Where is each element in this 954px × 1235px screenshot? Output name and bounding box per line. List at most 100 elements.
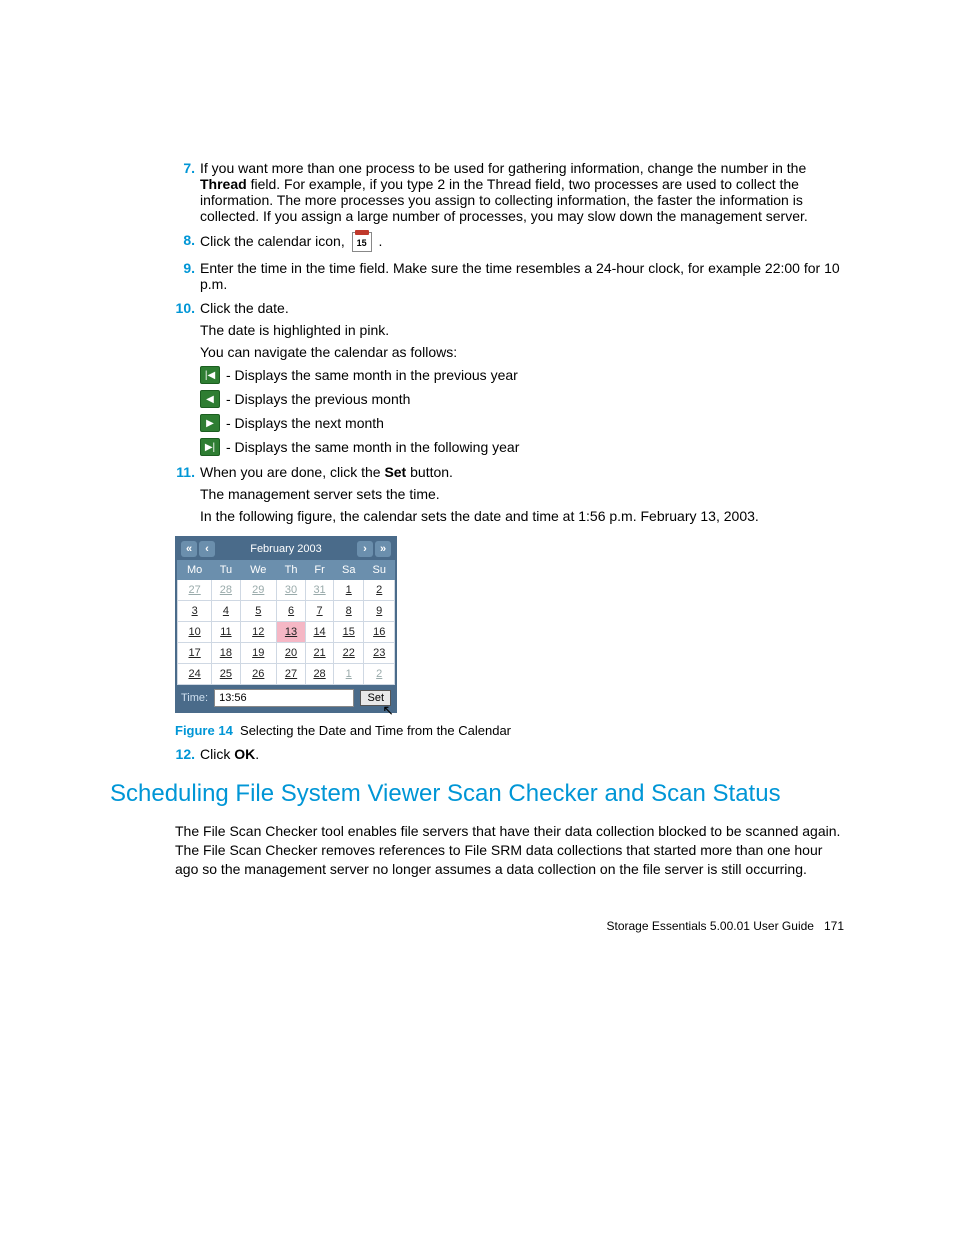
calendar-day-cell[interactable]: 20 — [276, 643, 305, 664]
document-page: 7. If you want more than one process to … — [0, 0, 954, 993]
nav-arrow-icon: ▶| — [200, 438, 220, 456]
step-subtext: In the following figure, the calendar se… — [200, 508, 844, 524]
step-12: 12. Click OK. — [110, 746, 844, 762]
nav-row: |◀ - Displays the same month in the previ… — [200, 366, 844, 384]
step-text: Click the calendar icon, 15 . — [200, 233, 382, 249]
calendar-day-cell[interactable]: 11 — [212, 622, 240, 643]
calendar-day-cell[interactable]: 28 — [212, 580, 240, 601]
calendar-title: February 2003 — [215, 543, 357, 555]
figure-caption: Figure 14 Selecting the Date and Time fr… — [175, 723, 844, 738]
calendar-day-cell[interactable]: 3 — [178, 601, 212, 622]
prev-month-icon[interactable]: ‹ — [199, 541, 215, 557]
calendar-dow-row: MoTuWeThFrSaSu — [178, 561, 395, 580]
nav-text: - Displays the next month — [226, 415, 384, 431]
calendar-day-cell[interactable]: 27 — [178, 580, 212, 601]
set-button[interactable]: Set ↖ — [360, 690, 391, 706]
step-text: If you want more than one process to be … — [200, 160, 808, 224]
time-input[interactable]: 13:56 — [214, 689, 354, 707]
cursor-icon: ↖ — [382, 702, 394, 719]
calendar-day-cell[interactable]: 10 — [178, 622, 212, 643]
nav-text: - Displays the same month in the previou… — [226, 367, 518, 383]
calendar-dow-cell: Tu — [212, 561, 240, 580]
calendar-dow-cell: Th — [276, 561, 305, 580]
calendar-day-cell[interactable]: 12 — [240, 622, 276, 643]
calendar-day-cell[interactable]: 1 — [334, 580, 364, 601]
calendar-day-cell[interactable]: 18 — [212, 643, 240, 664]
calendar-day-cell[interactable]: 13 — [276, 622, 305, 643]
calendar-day-cell[interactable]: 14 — [306, 622, 334, 643]
calendar-day-cell[interactable]: 25 — [212, 664, 240, 685]
calendar-day-cell[interactable]: 22 — [334, 643, 364, 664]
numbered-steps: 7. If you want more than one process to … — [110, 160, 844, 524]
calendar-day-cell[interactable]: 2 — [364, 580, 395, 601]
calendar-day-cell[interactable]: 19 — [240, 643, 276, 664]
calendar-row: 10111213141516 — [178, 622, 395, 643]
nav-arrow-icon: |◀ — [200, 366, 220, 384]
calendar-day-cell[interactable]: 16 — [364, 622, 395, 643]
calendar-day-cell[interactable]: 17 — [178, 643, 212, 664]
calendar-day-cell[interactable]: 21 — [306, 643, 334, 664]
figure-text: Selecting the Date and Time from the Cal… — [240, 723, 511, 738]
calendar-row: 272829303112 — [178, 580, 395, 601]
nav-row: ▶- Displays the next month — [200, 414, 844, 432]
step-number: 12. — [175, 746, 195, 762]
calendar-day-cell[interactable]: 26 — [240, 664, 276, 685]
calendar-day-cell[interactable]: 23 — [364, 643, 395, 664]
footer-title: Storage Essentials 5.00.01 User Guide — [607, 919, 814, 933]
calendar-day-cell[interactable]: 15 — [334, 622, 364, 643]
step-number: 11. — [175, 464, 195, 480]
step-8: 8. Click the calendar icon, 15 . — [110, 232, 844, 252]
calendar-day-cell[interactable]: 2 — [364, 664, 395, 685]
calendar-day-cell[interactable]: 9 — [364, 601, 395, 622]
calendar-day-cell[interactable]: 27 — [276, 664, 305, 685]
nav-text: - Displays the same month in the followi… — [226, 439, 519, 455]
calendar-day-cell[interactable]: 4 — [212, 601, 240, 622]
footer-page: 171 — [824, 919, 844, 933]
calendar-day-cell[interactable]: 31 — [306, 580, 334, 601]
calendar-dow-cell: Su — [364, 561, 395, 580]
calendar-prev-buttons: « ‹ — [181, 541, 215, 557]
calendar-day-cell[interactable]: 8 — [334, 601, 364, 622]
step-10: 10. Click the date. The date is highligh… — [110, 300, 844, 456]
calendar-day-cell[interactable]: 6 — [276, 601, 305, 622]
step-text: Click OK. — [200, 746, 259, 762]
step-number: 10. — [175, 300, 195, 316]
calendar-day-cell[interactable]: 5 — [240, 601, 276, 622]
step-number: 8. — [175, 232, 195, 248]
calendar-dow-cell: Fr — [306, 561, 334, 580]
next-month-icon[interactable]: › — [357, 541, 373, 557]
calendar-widget: « ‹ February 2003 › » MoTuWeThFrSaSu 272… — [175, 536, 397, 713]
calendar-day-cell[interactable]: 7 — [306, 601, 334, 622]
calendar-next-buttons: › » — [357, 541, 391, 557]
calendar-grid: MoTuWeThFrSaSu 2728293031123456789101112… — [177, 560, 395, 685]
nav-row: ▶| - Displays the same month in the follo… — [200, 438, 844, 456]
calendar-dow-cell: Sa — [334, 561, 364, 580]
step-text: When you are done, click the Set button. — [200, 464, 453, 480]
step-subtext: The management server sets the time. — [200, 486, 844, 502]
calendar-day-cell[interactable]: 29 — [240, 580, 276, 601]
step-text: Enter the time in the time field. Make s… — [200, 260, 840, 292]
figure-number: Figure 14 — [175, 723, 233, 738]
calendar-day-cell[interactable]: 28 — [306, 664, 334, 685]
calendar-row: 3456789 — [178, 601, 395, 622]
calendar-header: « ‹ February 2003 › » — [177, 538, 395, 560]
calendar-day-cell[interactable]: 1 — [334, 664, 364, 685]
section-body: The File Scan Checker tool enables file … — [175, 822, 844, 879]
step-subtext: The date is highlighted in pink. — [200, 322, 844, 338]
calendar-row: 242526272812 — [178, 664, 395, 685]
step-7: 7. If you want more than one process to … — [110, 160, 844, 224]
calendar-dow-cell: Mo — [178, 561, 212, 580]
step-number: 7. — [175, 160, 195, 176]
nav-row: ◀- Displays the previous month — [200, 390, 844, 408]
prev-year-icon[interactable]: « — [181, 541, 197, 557]
calendar-day-cell[interactable]: 30 — [276, 580, 305, 601]
calendar-day-cell[interactable]: 24 — [178, 664, 212, 685]
time-label: Time: — [181, 692, 208, 704]
nav-arrow-icon: ◀ — [200, 390, 220, 408]
calendar-icon: 15 — [352, 232, 372, 252]
step-9: 9. Enter the time in the time field. Mak… — [110, 260, 844, 292]
step-number: 9. — [175, 260, 195, 276]
step-subtext: You can navigate the calendar as follows… — [200, 344, 844, 360]
next-year-icon[interactable]: » — [375, 541, 391, 557]
step-11: 11. When you are done, click the Set but… — [110, 464, 844, 524]
